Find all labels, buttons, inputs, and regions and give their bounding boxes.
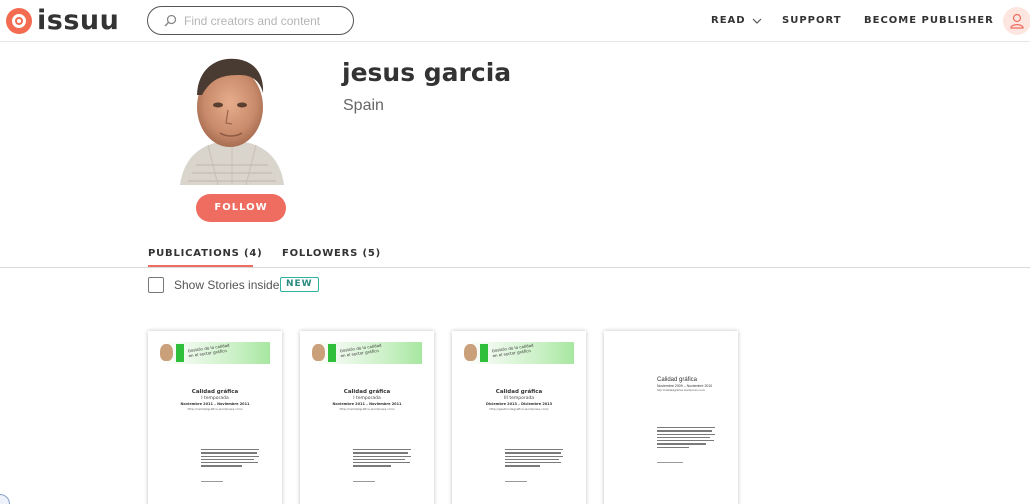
publication-banner-heading: Gestión de la calidad en el sector gráfi…: [491, 342, 534, 358]
top-header: issuu READ SUPPORT BECOME PUBLISHER: [0, 0, 1030, 42]
nav-become-publisher[interactable]: BECOME PUBLISHER: [864, 15, 994, 27]
publication-banner: Gestión de la calidad en el sector gráfi…: [464, 342, 574, 364]
publication-card[interactable]: Gestión de la calidad en el sector gráfi…: [452, 331, 586, 504]
logo-wordmark: issuu: [37, 5, 120, 36]
publication-banner: Gestión de la calidad en el sector gráfi…: [160, 342, 270, 364]
publication-title: Calidad gráfica: [343, 389, 391, 395]
publication-footer: [657, 462, 683, 464]
publication-url: http://calidadgrafica.wordpress.com/: [187, 407, 243, 411]
chevron-down-icon: [752, 18, 762, 24]
tab-publications[interactable]: PUBLICATIONS (4): [148, 247, 262, 260]
publication-url: http://gestiondegrafica.wordpress.com/: [489, 407, 549, 411]
search-input[interactable]: [184, 10, 344, 31]
help-widget-button[interactable]: [0, 494, 10, 504]
publication-card[interactable]: Gestión de la calidad en el sector gráfi…: [148, 331, 282, 504]
publication-title: Calidad gráfica: [191, 389, 239, 395]
publication-card[interactable]: Gestión de la calidad en el sector gráfi…: [300, 331, 434, 504]
issuu-logo-icon: [6, 8, 32, 34]
publication-text-block: [353, 449, 411, 469]
publication-footer: [505, 481, 527, 483]
show-stories-label[interactable]: Show Stories inside: [174, 278, 279, 292]
publication-text-block: [657, 427, 715, 450]
user-menu-button[interactable]: [1003, 7, 1030, 35]
issuu-logo[interactable]: issuu: [6, 5, 120, 36]
search-icon: [164, 14, 177, 27]
user-icon: [1010, 13, 1024, 29]
search-box[interactable]: [147, 6, 354, 35]
publication-url: http://calidadgrafica.wordpress.com/: [657, 388, 706, 392]
follow-button[interactable]: FOLLOW: [196, 194, 286, 222]
publication-banner-heading: Gestión de la calidad en el sector gráfi…: [187, 342, 230, 358]
tabs-divider: [0, 267, 1030, 268]
publication-url: http://calidadgrafica.wordpress.com/: [339, 407, 395, 411]
publication-footer: [201, 481, 223, 483]
publication-footer: [353, 481, 375, 483]
profile-location: Spain: [343, 97, 384, 114]
profile-name: jesus garcia: [342, 58, 512, 87]
publication-banner: Gestión de la calidad en el sector gráfi…: [312, 342, 422, 364]
publication-title: Calidad gráfica: [657, 377, 698, 383]
new-badge: NEW: [280, 277, 319, 292]
tab-followers[interactable]: FOLLOWERS (5): [282, 247, 381, 260]
show-stories-checkbox[interactable]: [148, 277, 164, 293]
publication-banner-heading: Gestión de la calidad en el sector gráfi…: [339, 342, 382, 358]
profile-photo: [180, 58, 284, 185]
publication-text-block: [201, 449, 259, 469]
publication-title: Calidad gráfica: [495, 389, 543, 395]
nav-read[interactable]: READ: [711, 15, 762, 27]
publication-text-block: [505, 449, 563, 469]
nav-support[interactable]: SUPPORT: [782, 15, 842, 27]
publication-card[interactable]: Calidad gráfica Noviembre 2009 – Noviemb…: [604, 331, 738, 504]
nav-read-label: READ: [711, 15, 746, 26]
